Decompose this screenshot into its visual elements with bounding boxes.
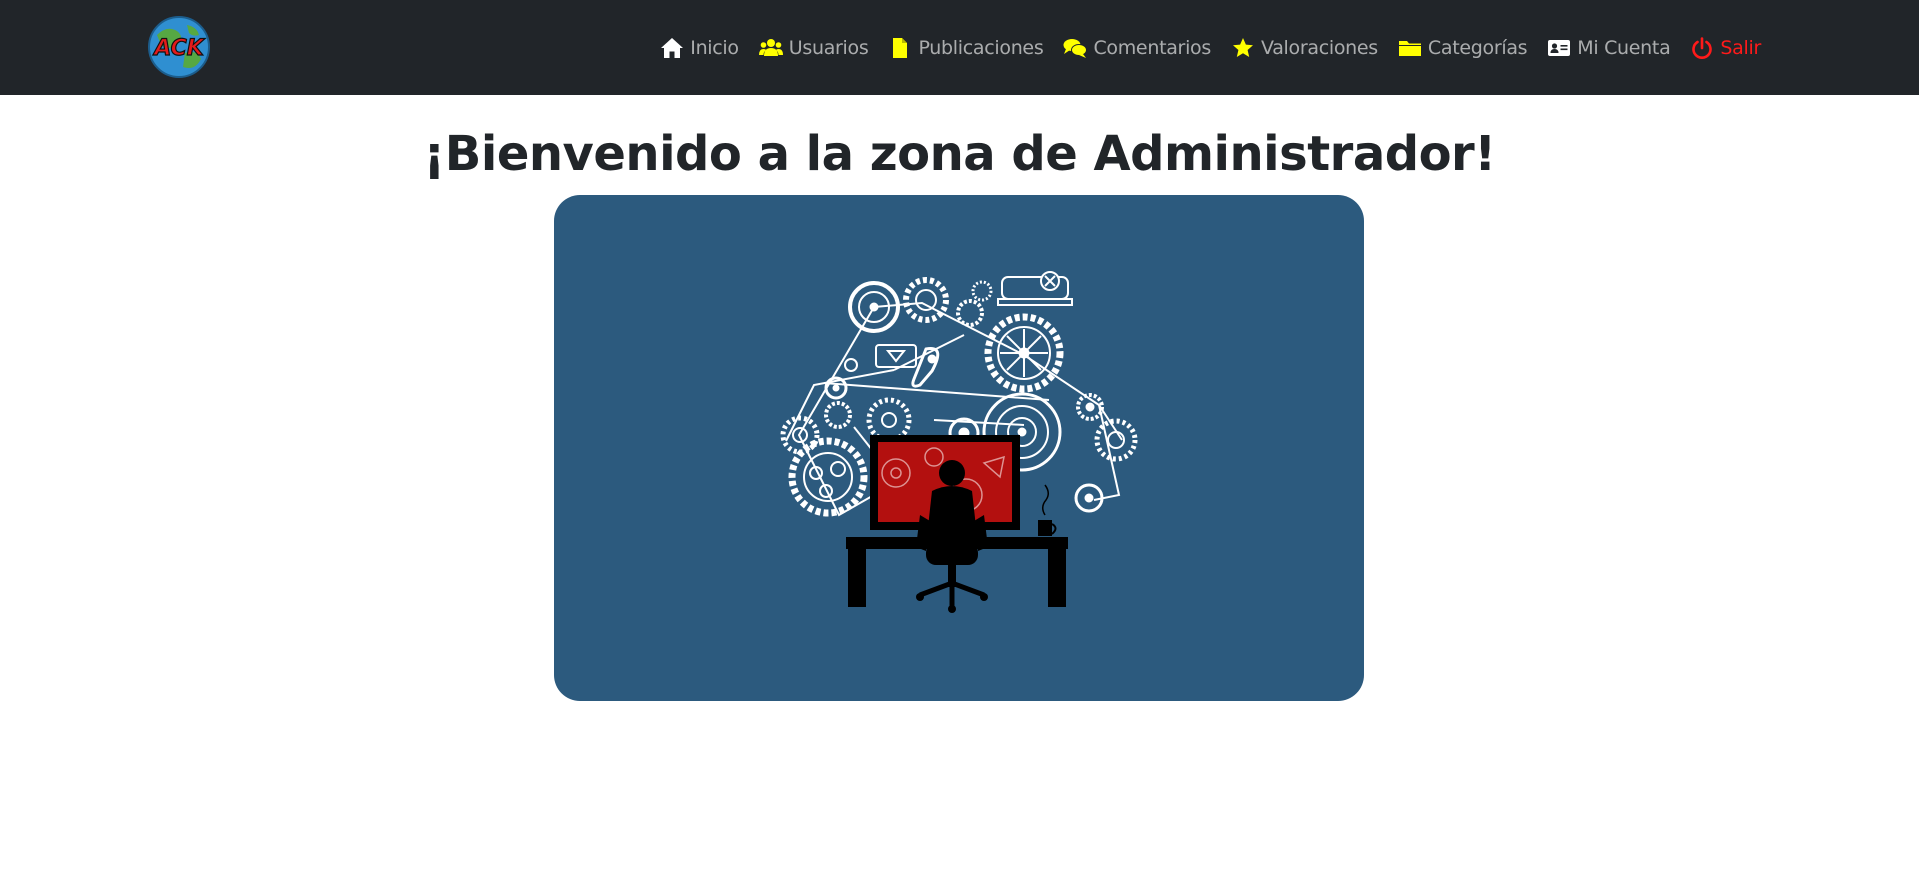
site-logo[interactable]: ACK xyxy=(147,15,211,79)
nav-label-valoraciones: Valoraciones xyxy=(1260,36,1378,59)
hero-card xyxy=(554,195,1364,701)
star-icon xyxy=(1232,37,1253,57)
comments-icon xyxy=(1063,38,1088,58)
nav-label-mi-cuenta: Mi Cuenta xyxy=(1577,36,1671,59)
users-icon xyxy=(758,38,783,56)
nav-label-salir: Salir xyxy=(1720,36,1761,59)
nav-label-inicio: Inicio xyxy=(690,36,739,59)
admin-illustration xyxy=(780,271,1138,613)
file-icon xyxy=(893,37,908,58)
home-icon xyxy=(661,37,684,58)
page-title: ¡Bienvenido a la zona de Administrador! xyxy=(423,126,1496,182)
id-card-icon xyxy=(1548,39,1571,56)
svg-text:ACK: ACK xyxy=(152,36,205,61)
nav-item-usuarios[interactable]: Usuarios xyxy=(758,36,869,59)
nav-item-inicio[interactable]: Inicio xyxy=(660,36,739,59)
nav-item-mi-cuenta[interactable]: Mi Cuenta xyxy=(1547,36,1671,59)
power-icon xyxy=(1692,36,1713,59)
main-nav: Inicio Usuarios Publicaciones Comentario… xyxy=(660,0,1761,95)
nav-item-salir[interactable]: Salir xyxy=(1690,37,1761,59)
nav-label-usuarios: Usuarios xyxy=(788,36,869,59)
nav-item-comentarios[interactable]: Comentarios xyxy=(1063,37,1211,59)
navbar: ACK Inicio Usuarios Publicaciones Coment… xyxy=(0,0,1919,95)
nav-item-publicaciones[interactable]: Publicaciones xyxy=(888,36,1044,59)
folder-icon xyxy=(1398,40,1421,56)
nav-item-valoraciones[interactable]: Valoraciones xyxy=(1231,37,1378,59)
nav-label-publicaciones: Publicaciones xyxy=(918,36,1044,59)
nav-label-categorias: Categorías xyxy=(1427,36,1528,59)
nav-item-categorias[interactable]: Categorías xyxy=(1398,36,1528,59)
nav-label-comentarios: Comentarios xyxy=(1093,36,1211,59)
